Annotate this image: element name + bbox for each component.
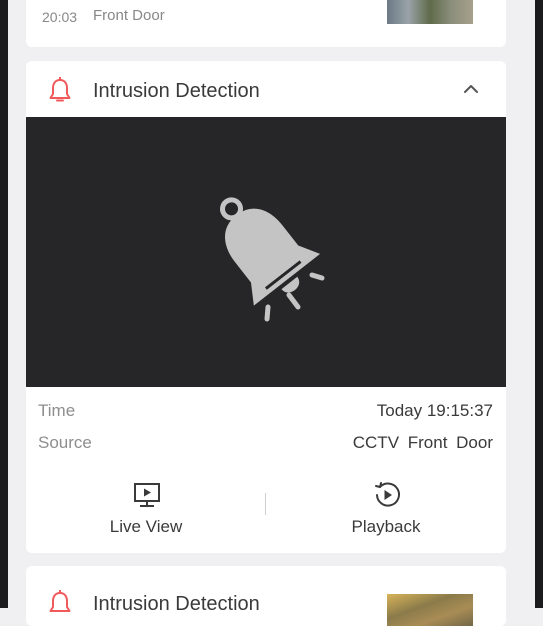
action-divider <box>265 493 266 515</box>
source-label: Source <box>38 433 92 452</box>
left-edge <box>0 0 8 608</box>
bell-icon <box>49 590 71 612</box>
chevron-up-icon[interactable] <box>463 83 479 95</box>
bell-icon <box>49 77 71 102</box>
event-card-previous[interactable]: 20:03 Front Door <box>26 0 506 47</box>
event-preview[interactable] <box>26 117 506 387</box>
right-edge <box>535 0 543 608</box>
live-view-icon <box>134 483 160 507</box>
playback-label: Playback <box>351 517 421 536</box>
live-view-button[interactable]: Live View <box>76 479 216 539</box>
time-value: Today 19:15:37 <box>376 401 493 420</box>
source-value: CCTV Front Door <box>352 433 493 452</box>
time-label: Time <box>38 401 76 420</box>
event-title: Intrusion Detection <box>93 593 260 615</box>
event-card-current: Intrusion Detection Time Today 19:15:37 … <box>26 61 506 553</box>
event-time: 20:03 <box>42 9 78 25</box>
alarm-bell-icon <box>220 197 325 322</box>
playback-icon <box>375 482 400 507</box>
playback-button[interactable]: Playback <box>316 479 456 539</box>
live-view-label: Live View <box>109 517 183 536</box>
event-thumbnail[interactable] <box>387 594 473 626</box>
event-title: Intrusion Detection <box>93 80 260 102</box>
event-card-next[interactable]: Intrusion Detection <box>26 566 506 626</box>
event-source: Front Door <box>93 7 165 24</box>
event-thumbnail[interactable] <box>387 0 473 24</box>
